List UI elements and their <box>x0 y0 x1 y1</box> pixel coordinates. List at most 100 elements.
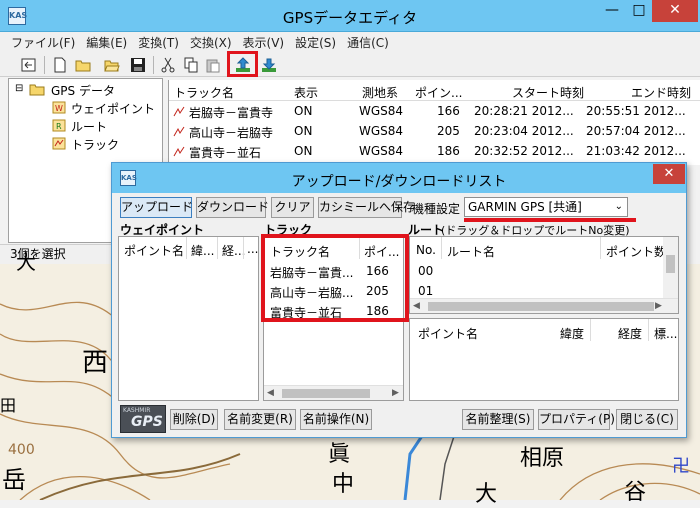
col-point-name[interactable]: ポイント名 <box>124 242 184 259</box>
tree-item-route[interactable]: ルート <box>71 118 107 135</box>
logo-text: GPS <box>131 414 163 430</box>
map-label: 中 <box>332 472 355 497</box>
open-folder-icon[interactable] <box>104 57 120 73</box>
display-cell: ON <box>294 104 313 118</box>
col-no[interactable]: No. <box>416 243 436 257</box>
map-label: 谷 <box>624 480 647 505</box>
route-points-list[interactable]: ポイント名 緯度 経度 標... <box>409 318 679 401</box>
scroll-right-icon[interactable]: ▶ <box>392 386 399 401</box>
column-divider <box>590 319 591 341</box>
rename-button[interactable]: 名前変更(R) <box>224 409 296 430</box>
route-hscroll[interactable]: ◀ ▶ <box>410 298 678 313</box>
maximize-button[interactable]: □ <box>626 0 652 22</box>
track-icon <box>173 146 185 157</box>
dialog-title: アップロード/ダウンロードリスト <box>291 174 507 190</box>
kashmir-gps-logo: KASHMIR GPS <box>120 405 166 433</box>
name-sort-button[interactable]: 名前整理(S) <box>462 409 534 430</box>
new-file-icon[interactable] <box>52 57 68 73</box>
route-vscroll[interactable] <box>663 237 678 299</box>
paste-icon[interactable] <box>205 57 221 73</box>
upload-highlight-box <box>227 51 258 77</box>
points-cell: 205 <box>437 124 460 138</box>
menu-exchange[interactable]: 交換(X) <box>190 34 232 51</box>
track-highlight-box <box>261 234 409 322</box>
track-icon <box>52 137 66 150</box>
map-label: 相原 <box>520 446 565 471</box>
folder-icon <box>29 84 45 96</box>
window-title: GPSデータエディタ <box>282 9 418 27</box>
dialog-close-button[interactable]: ✕ <box>653 164 685 184</box>
menu-convert[interactable]: 変換(T) <box>138 34 179 51</box>
route-row-no[interactable]: 00 <box>418 264 433 278</box>
tree-item-track[interactable]: トラック <box>71 136 119 153</box>
col-lat[interactable]: 緯... <box>191 242 214 259</box>
track-table-header: トラック名 表示 測地系 ポイン... スタート時刻 エンド時刻 <box>169 80 700 101</box>
toolbar <box>0 52 700 77</box>
name-operation-button[interactable]: 名前操作(N) <box>300 409 372 430</box>
col-datum[interactable]: 測地系 <box>362 84 398 101</box>
cut-icon[interactable] <box>160 57 176 73</box>
col-end-time[interactable]: エンド時刻 <box>631 84 691 101</box>
delete-button[interactable]: 削除(D) <box>170 409 218 430</box>
route-icon: R <box>52 119 66 132</box>
column-divider <box>648 319 649 341</box>
tree-collapse-icon[interactable]: ⊟ <box>15 83 23 94</box>
tree-item-waypoint[interactable]: ウェイポイント <box>71 100 155 117</box>
scroll-right-icon[interactable]: ▶ <box>655 299 662 314</box>
table-row[interactable]: 富貴寺－並石 ON WGS84 186 20:32:52 2012... 21:… <box>169 142 700 162</box>
route-row-no[interactable]: 01 <box>418 284 433 298</box>
main-titlebar: KAS GPSデータエディタ — □ ✕ <box>0 0 700 32</box>
col-start-time[interactable]: スタート時刻 <box>512 84 584 101</box>
svg-text:W: W <box>55 104 63 113</box>
model-select[interactable]: GARMIN GPS [共通] ⌄ <box>464 197 628 217</box>
route-list[interactable]: No. ルート名 ポイント数 00 01 ◀ ▶ <box>409 236 679 314</box>
scroll-left-icon[interactable]: ◀ <box>267 386 274 401</box>
save-to-kashmir-button[interactable]: カシミールへ保存 <box>318 197 415 218</box>
menu-file[interactable]: ファイル(F) <box>11 34 75 51</box>
upload-button[interactable]: アップロード <box>120 197 193 218</box>
download-icon[interactable] <box>261 57 277 73</box>
clear-button[interactable]: クリア <box>271 197 314 218</box>
column-divider <box>243 237 244 259</box>
upload-download-dialog: KAS アップロード/ダウンロードリスト ✕ アップロード ダウンロード クリア… <box>111 162 687 438</box>
copy-icon[interactable] <box>183 57 199 73</box>
download-button[interactable]: ダウンロード <box>196 197 269 218</box>
column-divider <box>600 237 601 259</box>
save-icon[interactable] <box>130 57 146 73</box>
tree-root-label[interactable]: GPS データ <box>51 82 115 99</box>
back-icon[interactable] <box>21 57 37 73</box>
properties-button[interactable]: プロパティ(P) <box>538 409 615 430</box>
col-longitude[interactable]: 経度 <box>618 325 642 342</box>
toolbar-separator <box>44 56 45 74</box>
col-more[interactable]: ... <box>247 242 258 256</box>
col-elevation[interactable]: 標... <box>654 325 677 342</box>
scroll-thumb[interactable] <box>282 389 370 398</box>
scroll-thumb[interactable] <box>666 255 675 273</box>
scroll-thumb[interactable] <box>428 302 654 311</box>
close-dialog-button[interactable]: 閉じる(C) <box>616 409 678 430</box>
col-lon[interactable]: 経... <box>222 242 245 259</box>
new-folder-icon[interactable] <box>75 57 91 73</box>
menu-view[interactable]: 表示(V) <box>243 34 285 51</box>
table-row[interactable]: 高山寺－岩脇寺 ON WGS84 205 20:23:04 2012... 20… <box>169 122 700 142</box>
col-point-name[interactable]: ポイント名 <box>418 325 478 342</box>
table-row[interactable]: 岩脇寺－富貴寺 ON WGS84 166 20:28:21 2012... 20… <box>169 102 700 122</box>
display-cell: ON <box>294 144 313 158</box>
scroll-left-icon[interactable]: ◀ <box>413 299 420 314</box>
col-latitude[interactable]: 緯度 <box>560 325 584 342</box>
track-name-cell: 富貴寺－並石 <box>189 146 262 160</box>
col-points[interactable]: ポイン... <box>415 84 462 101</box>
col-track-name[interactable]: トラック名 <box>174 84 234 101</box>
close-button[interactable]: ✕ <box>652 0 698 22</box>
col-point-count[interactable]: ポイント数 <box>606 243 666 260</box>
menu-comm[interactable]: 通信(C) <box>347 34 389 51</box>
menu-settings[interactable]: 設定(S) <box>295 34 336 51</box>
minimize-button[interactable]: — <box>598 0 626 22</box>
col-display[interactable]: 表示 <box>294 84 318 101</box>
col-route-name[interactable]: ルート名 <box>447 243 495 260</box>
waypoint-list[interactable]: ポイント名 緯... 経... ... <box>118 236 259 401</box>
end-time-cell: 20:57:04 2012... <box>586 124 686 138</box>
menu-edit[interactable]: 編集(E) <box>86 34 127 51</box>
track-hscroll[interactable]: ◀ ▶ <box>264 385 403 400</box>
track-name-cell: 高山寺－岩脇寺 <box>189 126 274 140</box>
